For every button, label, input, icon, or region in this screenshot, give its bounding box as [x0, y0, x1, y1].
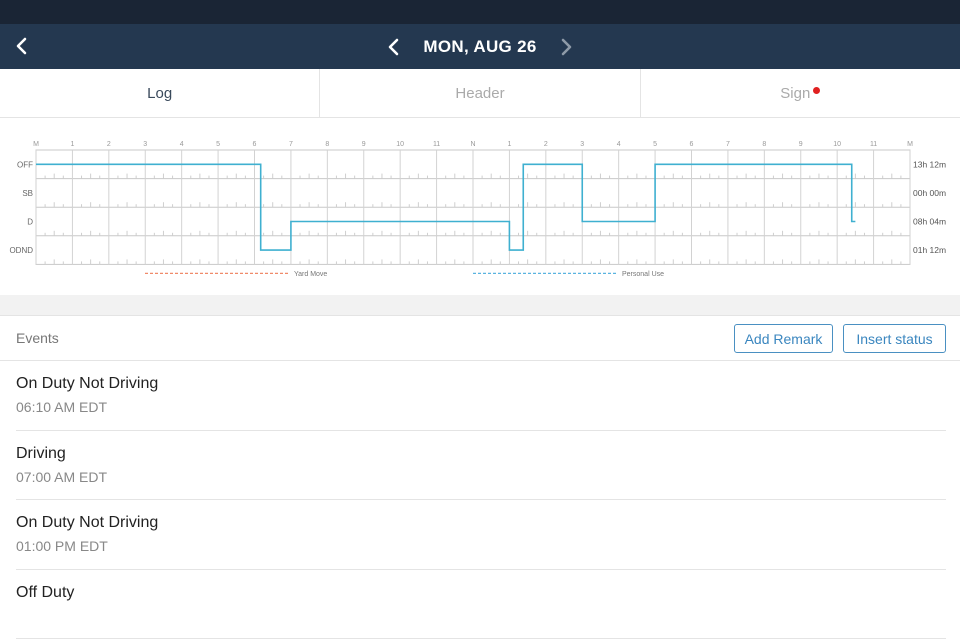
tab-header-label: Header — [455, 85, 504, 102]
hour-label: M — [907, 141, 913, 148]
tab-log[interactable]: Log — [0, 69, 320, 117]
events-list: On Duty Not Driving 06:10 AM EDT Driving… — [16, 361, 946, 639]
date-navigator: MON, AUG 26 — [370, 24, 590, 69]
event-title: Driving — [16, 445, 946, 463]
hour-label: 2 — [544, 141, 548, 148]
status-row-total: 01h 12m — [913, 245, 946, 255]
tab-bar: Log Header Sign — [0, 69, 960, 118]
event-item[interactable]: On Duty Not Driving 06:10 AM EDT — [16, 361, 946, 431]
status-bar — [0, 0, 960, 24]
hour-label: 5 — [216, 141, 220, 148]
nav-bar: MON, AUG 26 — [0, 24, 960, 69]
event-item[interactable]: Driving 07:00 AM EDT — [16, 431, 946, 501]
event-item[interactable]: On Duty Not Driving 01:00 PM EDT — [16, 500, 946, 570]
hour-label: 1 — [507, 141, 511, 148]
legend-label-yard-move: Yard Move — [294, 271, 327, 278]
hour-label: 8 — [762, 141, 766, 148]
event-time: 01:00 PM EDT — [16, 538, 946, 554]
events-label: Events — [16, 330, 59, 346]
hour-label: N — [470, 141, 475, 148]
current-date: MON, AUG 26 — [409, 37, 550, 57]
hour-label: 4 — [180, 141, 184, 148]
hour-label: M — [33, 141, 39, 148]
hour-label: 7 — [289, 141, 293, 148]
log-graph: M 1 2 3 4 5 6 7 8 9 10 11 N 1 2 3 4 5 6 7 8 9 10 11 M OFF 13h 12m S… — [0, 134, 960, 284]
events-header: Events Add Remark Insert status — [0, 316, 960, 361]
tab-sign-label: Sign — [780, 85, 810, 102]
prev-day-button[interactable] — [379, 32, 409, 62]
back-button[interactable] — [8, 32, 36, 60]
hour-label: 3 — [143, 141, 147, 148]
chevron-right-icon — [559, 38, 573, 56]
hour-label: 8 — [325, 141, 329, 148]
event-title: On Duty Not Driving — [16, 375, 946, 393]
add-remark-button[interactable]: Add Remark — [734, 324, 833, 353]
hour-label: 1 — [70, 141, 74, 148]
section-divider — [0, 295, 960, 316]
hour-label: 6 — [253, 141, 257, 148]
event-title: On Duty Not Driving — [16, 514, 946, 532]
chevron-left-icon — [15, 37, 29, 55]
hour-label: 2 — [107, 141, 111, 148]
event-time: 06:10 AM EDT — [16, 399, 946, 415]
hour-label: 11 — [870, 141, 877, 148]
status-row-total: 00h 00m — [913, 188, 946, 198]
hour-label: 7 — [726, 141, 730, 148]
hour-label: 9 — [362, 141, 366, 148]
hour-label: 5 — [653, 141, 657, 148]
log-chart: M 1 2 3 4 5 6 7 8 9 10 11 N 1 2 3 4 5 6 7 8 9 10 11 M OFF 13h 12m S… — [0, 134, 960, 284]
hour-label: 10 — [833, 141, 841, 148]
next-day-button[interactable] — [551, 32, 581, 62]
status-row-label: OFF — [17, 160, 33, 169]
status-row-label: SB — [22, 189, 33, 198]
tab-log-label: Log — [147, 85, 172, 102]
status-row-label: D — [27, 218, 33, 227]
chevron-left-icon — [387, 38, 401, 56]
status-row-label: ODND — [9, 246, 33, 255]
event-title: Off Duty — [16, 584, 946, 602]
event-time: 07:00 AM EDT — [16, 469, 946, 485]
hour-label: 11 — [433, 141, 440, 148]
tab-sign[interactable]: Sign — [641, 69, 960, 117]
status-row-total: 08h 04m — [913, 217, 946, 227]
status-row-total: 13h 12m — [913, 159, 946, 169]
hour-label: 10 — [396, 141, 404, 148]
event-item[interactable]: Off Duty — [16, 570, 946, 639]
hour-label: 6 — [690, 141, 694, 148]
sign-badge — [813, 87, 820, 94]
insert-status-button[interactable]: Insert status — [843, 324, 946, 353]
hour-label: 4 — [617, 141, 621, 148]
legend-label-personal-use: Personal Use — [622, 271, 664, 278]
tab-header[interactable]: Header — [320, 69, 640, 117]
hour-label: 3 — [580, 141, 584, 148]
hour-label: 9 — [799, 141, 803, 148]
